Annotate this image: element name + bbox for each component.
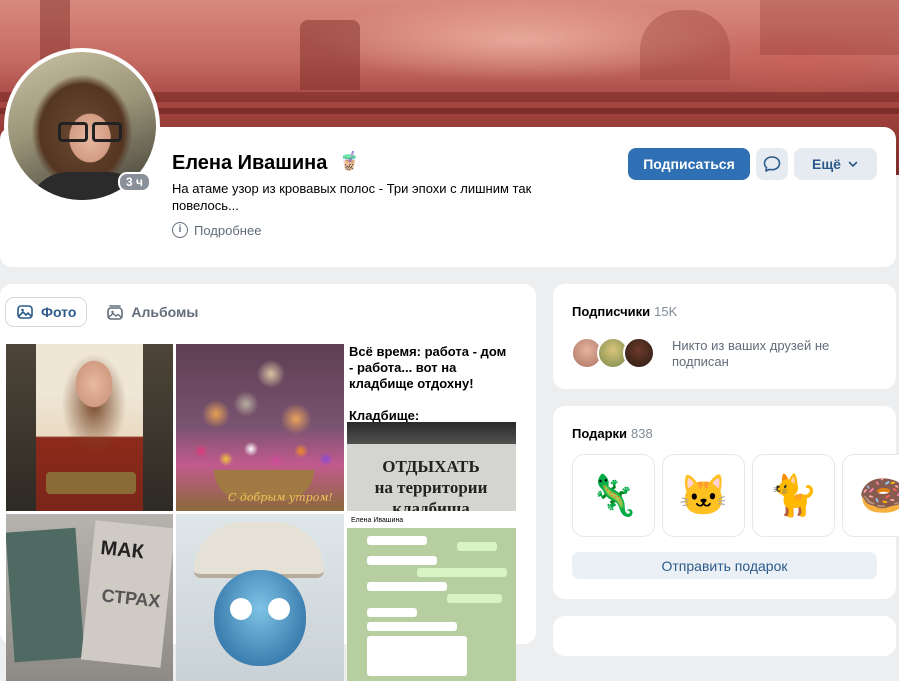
- photo-detail: [230, 598, 252, 620]
- more-info-link[interactable]: i Подробнее: [172, 222, 261, 238]
- photo-detail: [347, 422, 516, 446]
- gifts-title[interactable]: Подарки 838: [572, 426, 653, 441]
- tab-albums-label: Альбомы: [131, 304, 199, 320]
- info-icon: i: [172, 222, 188, 238]
- gifts-label: Подарки: [572, 426, 628, 441]
- more-actions-button[interactable]: Ещё: [794, 148, 877, 180]
- cover-shape: [640, 10, 730, 80]
- photo-detail: [367, 536, 427, 545]
- photo-tabs: Фото Альбомы: [6, 298, 208, 326]
- photo-detail: [457, 542, 497, 551]
- meme-sign-text: ОТДЫХАТЬ на территории кладбища: [374, 457, 488, 511]
- gifts-count: 838: [631, 426, 653, 441]
- message-icon: [763, 156, 781, 172]
- albums-icon: [107, 305, 124, 320]
- next-block: [553, 616, 896, 656]
- photos-block: Фото Альбомы С добрым утром! Всё время: …: [0, 284, 536, 681]
- photo-detail: [46, 472, 136, 494]
- gifts-block: Подарки 838 🦎 🐱 🐈 🍩 Отправить подарок: [553, 406, 899, 599]
- friends-note: Никто из ваших друзей не подписан: [672, 338, 830, 369]
- photo-caption: С добрым утром!: [228, 491, 333, 504]
- message-button[interactable]: [756, 148, 788, 180]
- last-seen-badge: 3 ч: [118, 172, 151, 192]
- photo-detail: [186, 439, 336, 474]
- avatar-detail: [58, 122, 88, 142]
- send-gift-button[interactable]: Отправить подарок: [572, 552, 877, 579]
- photo-detail: [417, 568, 507, 577]
- tab-photos[interactable]: Фото: [6, 298, 87, 326]
- photo-detail: [447, 594, 502, 603]
- photo-detail: [367, 636, 467, 676]
- book-title: СТРАХ: [100, 585, 162, 612]
- gift-blue-cat-icon[interactable]: 🐱: [662, 454, 745, 537]
- gift-list: 🦎 🐱 🐈 🍩: [572, 454, 899, 537]
- profile-status: На атаме узор из кровавых полос - Три эп…: [172, 181, 532, 213]
- photo-detail: МАК СТРАХ: [80, 520, 173, 668]
- subscribers-label: Подписчики: [572, 304, 651, 319]
- photo-detail: [367, 556, 437, 565]
- tab-albums[interactable]: Альбомы: [96, 298, 208, 326]
- photo-detail: [367, 608, 417, 617]
- photo-detail: [214, 570, 306, 666]
- meme-sign: ОТДЫХАТЬ на территории кладбища: [347, 444, 516, 511]
- subscribe-button[interactable]: Подписаться: [628, 148, 750, 180]
- cover-shape: [300, 20, 360, 90]
- gift-axolotl-icon[interactable]: 🦎: [572, 454, 655, 537]
- more-info-label: Подробнее: [194, 222, 262, 238]
- photo-detail: [367, 582, 447, 591]
- chevron-down-icon: [848, 161, 858, 167]
- photo-detail: [6, 527, 85, 663]
- gift-donut-icon[interactable]: 🍩: [842, 454, 899, 537]
- status-emoji-icon[interactable]: 🧋: [338, 151, 360, 171]
- more-actions-label: Ещё: [812, 156, 841, 172]
- photo-detail: [268, 598, 290, 620]
- book-title: МАК: [99, 536, 145, 564]
- photo-thumbnail[interactable]: МАК СТРАХ: [6, 514, 173, 681]
- gift-ginger-cat-icon[interactable]: 🐈: [752, 454, 835, 537]
- photo-grid: С добрым утром! Всё время: работа - дом …: [6, 344, 516, 681]
- photo-detail: [143, 344, 173, 511]
- chat-screenshot-header: Елена Ивашина: [347, 514, 516, 528]
- meme-text: Всё время: работа - дом - работа... вот …: [349, 344, 507, 423]
- avatar-detail: [92, 122, 122, 142]
- photo-thumbnail[interactable]: Всё время: работа - дом - работа... вот …: [347, 344, 516, 511]
- photo-detail: [6, 344, 36, 511]
- subscribers-block[interactable]: Подписчики 15K Никто из ваших друзей не п…: [553, 284, 896, 389]
- subscribers-title: Подписчики 15K: [572, 304, 677, 319]
- cover-shape: [760, 0, 899, 55]
- photo-icon: [17, 305, 33, 319]
- photo-thumbnail[interactable]: Елена Ивашина: [347, 514, 516, 681]
- tab-photos-label: Фото: [41, 304, 77, 320]
- avatar[interactable]: [623, 337, 655, 369]
- photo-thumbnail[interactable]: [6, 344, 173, 511]
- photo-thumbnail[interactable]: С добрым утром!: [176, 344, 344, 511]
- photo-thumbnail[interactable]: [176, 514, 344, 681]
- subscriber-avatars: [571, 337, 655, 369]
- photo-detail: [367, 622, 457, 631]
- subscribers-count: 15K: [654, 304, 678, 319]
- profile-name: Елена Ивашина: [172, 152, 328, 174]
